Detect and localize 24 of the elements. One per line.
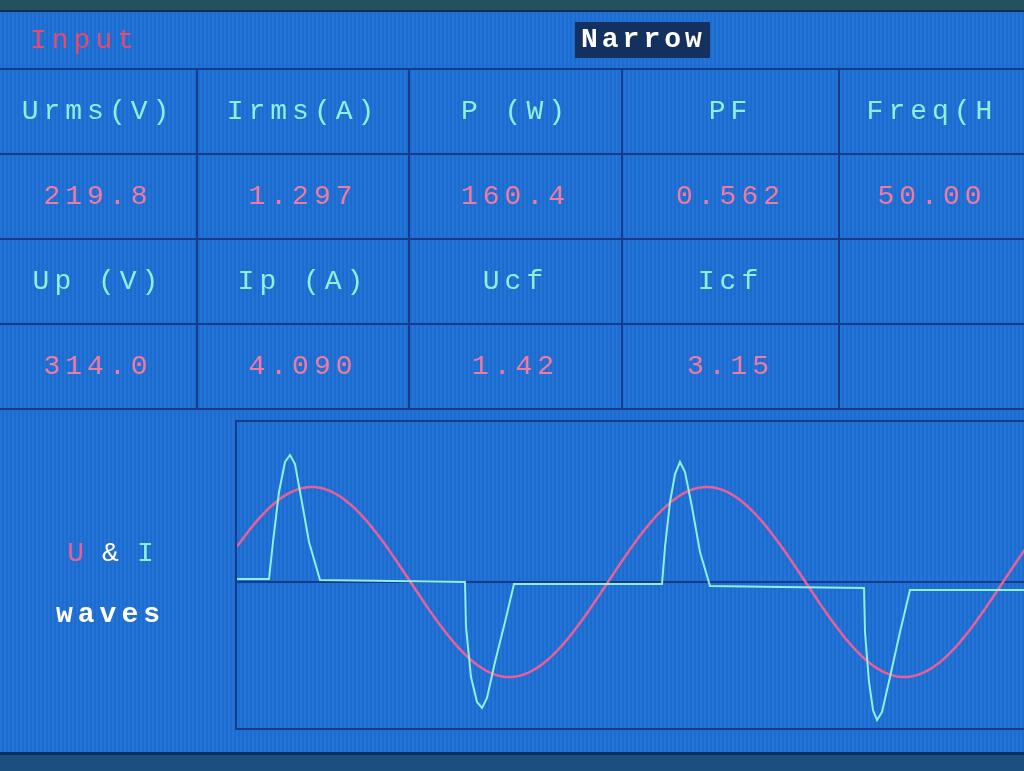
measurement-label: Icf [697, 266, 764, 297]
measurement-value: 4.090 [248, 351, 358, 382]
measurement-value: 1.42 [471, 351, 560, 382]
legend-label: & [102, 538, 119, 569]
measurement-label: Urms(V) [21, 96, 175, 127]
measurement-value: 314.0 [43, 351, 153, 382]
measurement-value: 50.00 [877, 181, 987, 212]
measurement-label: Ip (A) [237, 266, 369, 297]
measurement-value: 3.15 [686, 351, 775, 382]
measurement-label: PF [708, 96, 753, 127]
measurement-label: P (W) [461, 96, 570, 127]
legend-label: I [136, 538, 154, 569]
measurement-label: Irms(A) [226, 96, 380, 127]
screen-title: Input [30, 24, 139, 56]
measurement-value: 0.562 [676, 181, 785, 212]
measurement-value: 1.297 [248, 181, 358, 212]
plot-caption: waves [56, 599, 165, 630]
measurement-value: 160.4 [461, 181, 570, 212]
range-tag: Narrow [575, 22, 710, 58]
measurement-label: Ucf [482, 266, 549, 297]
measurement-label: Freq(H [866, 96, 998, 127]
measurement-label: Up (V) [32, 266, 164, 297]
measurement-value: 219.8 [43, 181, 153, 212]
legend-label: U [67, 538, 85, 569]
